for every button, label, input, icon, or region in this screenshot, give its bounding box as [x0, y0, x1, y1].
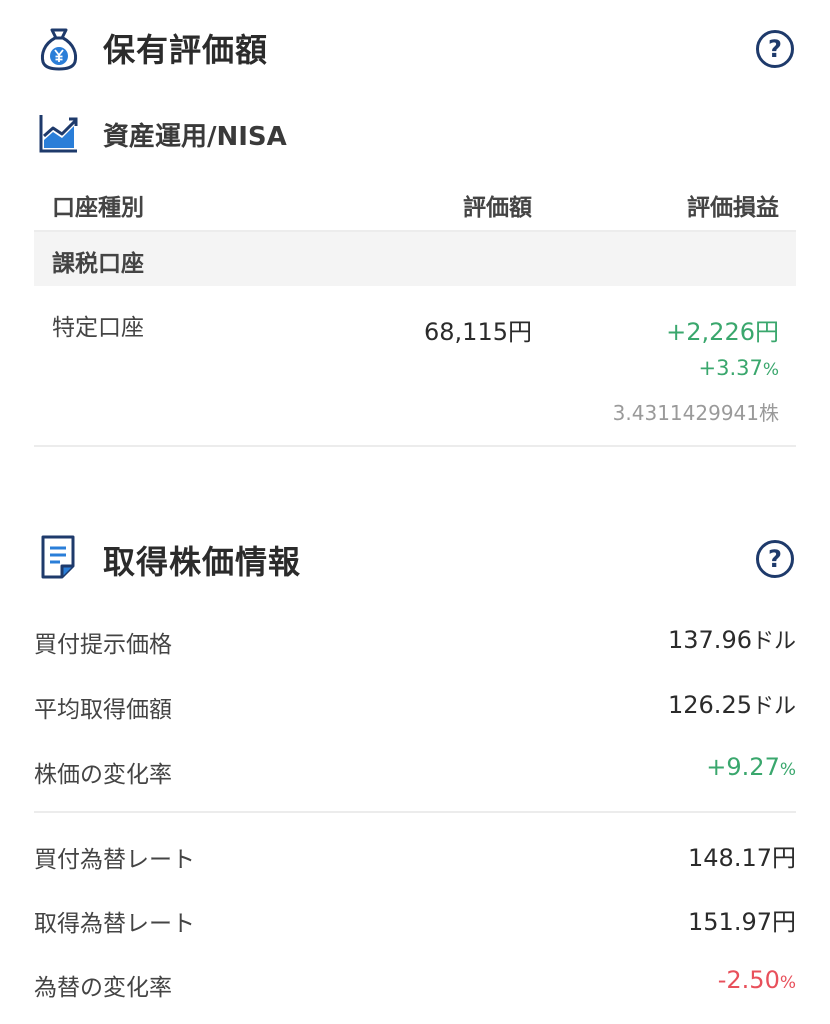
price-row-label: 株価の変化率 [34, 762, 172, 788]
fx-row-unit: 円 [772, 844, 796, 872]
price-row-number: +9.27 [706, 753, 780, 781]
price-row-unit: ドル [751, 694, 796, 719]
fx-row-number: 151.97 [688, 908, 772, 936]
fx-row-label: 取得為替レート [34, 911, 195, 937]
subsection-title: 資産運用/NISA [103, 122, 287, 152]
fx-row-number: 148.17 [688, 844, 772, 872]
fx-row-value: 151.97円 [688, 902, 796, 937]
share-count-value: 3.4311429941 [612, 401, 759, 425]
document-icon [40, 534, 76, 580]
profit-loss-percent-value: +3.37 [698, 356, 763, 380]
fx-row-label: 買付為替レート [34, 847, 195, 873]
profit-loss-percent-unit: % [762, 360, 779, 380]
price-row-number: 137.96 [668, 626, 752, 654]
holdings-title: 保有評価額 [103, 31, 269, 69]
fx-row-unit: % [779, 973, 796, 993]
price-row-label: 平均取得価額 [34, 697, 172, 723]
fx-row-value: -2.50% [718, 966, 796, 994]
fx-row-number: -2.50 [717, 966, 780, 994]
section-divider [34, 811, 796, 813]
moneybag-yen-icon [38, 26, 80, 72]
row-divider [34, 445, 796, 447]
group-row [34, 232, 796, 286]
price-row-value: 126.25ドル [668, 688, 796, 720]
valuation-value: 68,115 [424, 318, 508, 346]
price-row-unit: % [779, 760, 796, 780]
account-name: 特定口座 [52, 315, 144, 341]
fx-row-value: 148.17円 [688, 838, 796, 873]
price-row-label: 買付提示価格 [34, 632, 172, 658]
price-row-value: +9.27% [706, 753, 796, 781]
holdings-help-icon[interactable]: ? [756, 30, 794, 68]
trend-chart-icon [38, 112, 80, 154]
column-header-account-type: 口座種別 [52, 195, 144, 221]
valuation-amount: 68,115円 [424, 312, 532, 347]
profit-loss-unit: 円 [755, 318, 779, 346]
fx-row-label: 為替の変化率 [34, 975, 172, 1001]
price-row-value: 137.96ドル [668, 623, 796, 655]
share-count-unit: 株 [759, 401, 779, 425]
column-header-value: 評価額 [463, 195, 532, 221]
price-row-unit: ドル [751, 629, 796, 654]
share-count: 3.4311429941株 [613, 397, 779, 426]
price-row-number: 126.25 [668, 691, 752, 719]
acquisition-help-icon[interactable]: ? [756, 540, 794, 578]
valuation-unit: 円 [508, 318, 532, 346]
profit-loss-value: +2,226 [666, 318, 755, 346]
profit-loss-percent: +3.37% [698, 356, 779, 380]
group-label: 課税口座 [52, 251, 144, 277]
acquisition-title: 取得株価情報 [103, 543, 302, 581]
column-header-profit-loss: 評価損益 [687, 195, 779, 221]
fx-row-unit: 円 [772, 908, 796, 936]
profit-loss-amount: +2,226円 [666, 312, 779, 347]
